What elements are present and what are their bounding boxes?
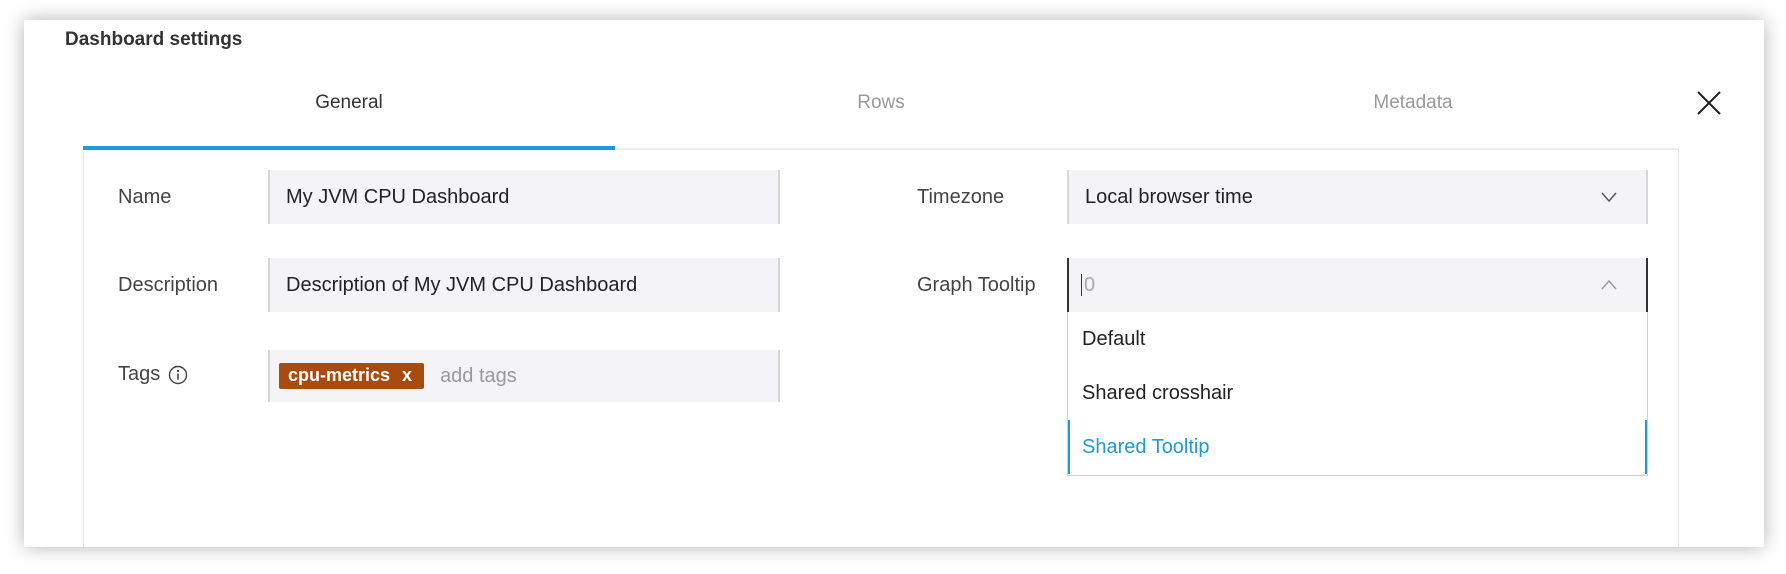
description-field[interactable] xyxy=(268,258,780,312)
tags-input-placeholder[interactable]: add tags xyxy=(440,365,517,388)
option-default[interactable]: Default xyxy=(1068,312,1647,366)
text-caret xyxy=(1081,274,1082,296)
chevron-up-icon xyxy=(1601,279,1617,290)
description-label: Description xyxy=(118,274,219,296)
timezone-select[interactable]: Local browser time xyxy=(1067,170,1648,224)
graph-tooltip-label: Graph Tooltip xyxy=(917,274,1036,296)
tag-chip: cpu-metrics x xyxy=(279,363,425,389)
tab-bar: General Rows Metadata xyxy=(83,82,1679,150)
tag-label: cpu-metrics xyxy=(288,365,391,385)
tags-field[interactable]: cpu-metrics x add tags xyxy=(268,350,780,402)
timezone-label: Timezone xyxy=(917,186,1005,208)
option-shared-crosshair[interactable]: Shared crosshair xyxy=(1068,366,1647,420)
tags-label: Tags xyxy=(118,363,161,385)
name-label: Name xyxy=(118,186,172,208)
dashboard-settings-dialog: Dashboard settings General Rows Metadata… xyxy=(24,20,1764,547)
dialog-title: Dashboard settings xyxy=(65,29,243,50)
option-shared-tooltip[interactable]: Shared Tooltip xyxy=(1068,420,1647,474)
timezone-value: Local browser time xyxy=(1085,185,1253,208)
tab-general[interactable]: General xyxy=(83,82,615,150)
tab-metadata[interactable]: Metadata xyxy=(1147,82,1679,148)
name-input[interactable] xyxy=(286,185,778,209)
name-field[interactable] xyxy=(268,170,780,224)
graph-tooltip-dropdown: Default Shared crosshair Shared Tooltip xyxy=(1067,312,1648,476)
tags-label-row: Tags xyxy=(118,363,188,386)
graph-tooltip-select[interactable]: 0 xyxy=(1067,258,1648,312)
remove-tag-button[interactable]: x xyxy=(402,365,412,386)
info-icon[interactable] xyxy=(168,365,188,385)
graph-tooltip-value[interactable]: 0 xyxy=(1084,274,1095,297)
tab-rows[interactable]: Rows xyxy=(615,82,1147,148)
close-icon[interactable] xyxy=(1696,90,1722,116)
description-input[interactable] xyxy=(286,273,778,297)
chevron-down-icon xyxy=(1601,192,1617,203)
